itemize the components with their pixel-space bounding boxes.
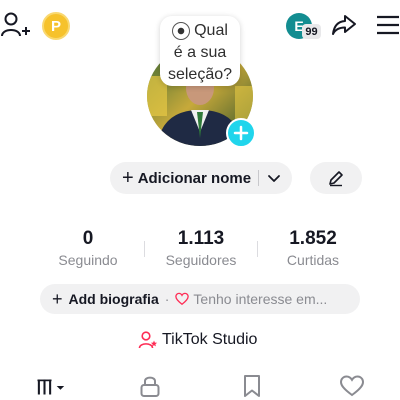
tab-videos[interactable] [37, 372, 67, 400]
stat-followers[interactable]: 1.113 Seguidores [151, 228, 251, 268]
friend-count-badge: 99 [302, 24, 321, 39]
likes-count: 1.852 [289, 228, 337, 249]
plus-icon [233, 125, 249, 141]
bookmark-icon [244, 375, 260, 397]
following-label: Seguindo [58, 252, 118, 268]
following-count: 0 [82, 228, 94, 249]
tiktok-studio-link[interactable]: TikTok Studio [138, 330, 257, 350]
likes-label: Curtidas [286, 252, 340, 268]
chevron-down-icon[interactable] [266, 170, 282, 186]
share-icon[interactable] [331, 12, 357, 38]
heart-icon [339, 375, 365, 397]
studio-label: TikTok Studio [162, 331, 258, 348]
followers-count: 1.113 [177, 228, 225, 249]
bio-button[interactable]: + Add biografia · Tenho interesse em... [40, 284, 360, 314]
add-name-button[interactable]: + Adicionar nome [110, 162, 292, 194]
bio-separator: · [164, 291, 170, 307]
tab-private[interactable] [135, 372, 165, 400]
coin-letter: P [50, 17, 61, 35]
edit-profile-button[interactable] [310, 162, 362, 194]
videos-grid-icon [37, 379, 65, 395]
lock-icon [140, 376, 160, 397]
plus-icon: + [52, 289, 63, 309]
coin-icon[interactable]: P [42, 12, 70, 40]
stat-likes[interactable]: 1.852 Curtidas [263, 228, 363, 268]
tab-liked[interactable] [337, 372, 367, 400]
interest-text: Tenho interesse em... [193, 291, 328, 307]
add-bio-label: Add biografia [68, 291, 159, 307]
stat-divider [144, 241, 145, 257]
plus-icon: + [122, 167, 134, 189]
divider [258, 170, 259, 186]
menu-icon[interactable] [376, 14, 400, 36]
question-line-3: seleção? [167, 66, 233, 83]
followers-label: Seguidores [165, 252, 237, 268]
add-name-label: Adicionar nome [137, 169, 252, 187]
stat-divider [257, 241, 258, 257]
soccer-ball-icon [172, 22, 191, 40]
tab-saved[interactable] [237, 372, 267, 400]
stat-following[interactable]: 0 Seguindo [38, 228, 138, 268]
studio-user-icon [138, 331, 158, 349]
question-line-1: Qual [194, 22, 228, 39]
add-user-icon[interactable] [0, 10, 30, 40]
add-photo-button[interactable] [226, 118, 256, 148]
question-bubble[interactable]: Qual é a sua seleção? [160, 16, 240, 86]
heart-icon [175, 292, 190, 306]
question-line-2: é a sua [173, 44, 227, 61]
pencil-icon [329, 171, 343, 187]
